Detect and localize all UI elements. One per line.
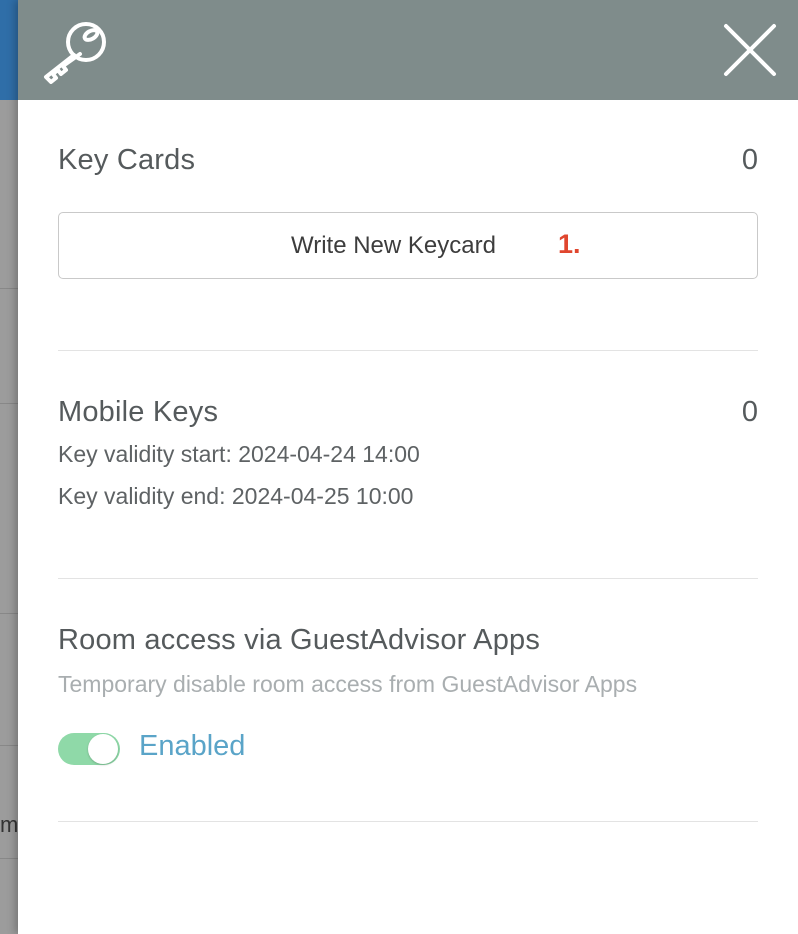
mobile-keys-title: Mobile Keys <box>58 396 219 428</box>
close-icon[interactable] <box>722 22 778 78</box>
key-validity-end: Key validity end: 2024-04-25 10:00 <box>58 483 414 509</box>
background-header-fragment <box>0 0 18 100</box>
background-divider <box>0 288 18 289</box>
toggle-knob <box>88 734 118 764</box>
write-new-keycard-label: Write New Keycard <box>291 232 496 259</box>
room-access-toggle-label: Enabled <box>139 730 246 762</box>
background-divider <box>0 403 18 404</box>
section-divider <box>58 578 758 579</box>
section-divider <box>58 821 758 822</box>
write-new-keycard-button[interactable]: Write New Keycard 1. <box>58 212 758 279</box>
step-marker: 1. <box>558 229 581 259</box>
background-app-strip: m <box>0 0 18 934</box>
background-text-fragment: m <box>0 812 18 837</box>
key-management-panel: Key Cards 0 Write New Keycard 1. Mobile … <box>18 0 798 934</box>
key-validity-start: Key validity start: 2024-04-24 14:00 <box>58 441 420 467</box>
key-cards-title: Key Cards <box>58 144 196 176</box>
key-icon <box>44 22 106 84</box>
panel-header <box>18 0 798 100</box>
background-divider <box>0 745 18 746</box>
key-cards-count: 0 <box>741 144 758 176</box>
room-access-subtitle: Temporary disable room access from Guest… <box>58 671 638 697</box>
mobile-keys-count: 0 <box>741 396 758 428</box>
room-access-title: Room access via GuestAdvisor Apps <box>58 624 541 656</box>
section-divider <box>58 350 758 351</box>
background-divider <box>0 858 18 859</box>
background-divider <box>0 613 18 614</box>
room-access-toggle[interactable] <box>58 733 120 765</box>
